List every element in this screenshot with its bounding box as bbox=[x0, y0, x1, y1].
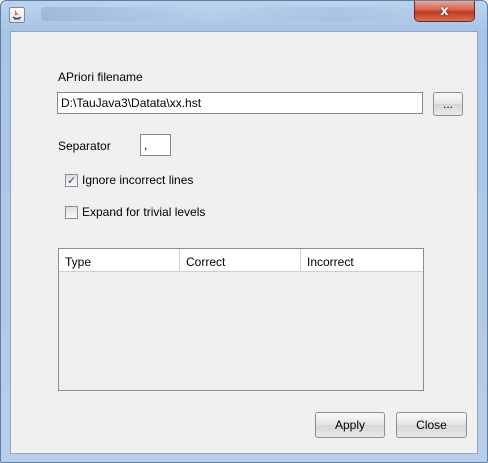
window-title-area bbox=[41, 7, 461, 21]
separator-field[interactable]: , bbox=[140, 134, 171, 156]
checkmark-icon: ✓ bbox=[67, 173, 77, 187]
apply-button[interactable]: Apply bbox=[315, 412, 385, 438]
ignore-incorrect-label: Ignore incorrect lines bbox=[82, 173, 194, 187]
dialog-window: x APriori filename D:\TauJava3\Datata\xx… bbox=[0, 0, 488, 463]
close-icon: x bbox=[440, 3, 449, 19]
table-header: Type Correct Incorrect bbox=[59, 249, 423, 272]
filename-label: APriori filename bbox=[58, 70, 143, 84]
java-app-icon bbox=[9, 7, 25, 23]
dialog-content: APriori filename D:\TauJava3\Datata\xx.h… bbox=[10, 31, 478, 454]
expand-trivial-label: Expand for trivial levels bbox=[82, 205, 206, 219]
column-header-correct[interactable]: Correct bbox=[180, 249, 301, 271]
expand-trivial-checkbox-row[interactable]: Expand for trivial levels bbox=[65, 205, 205, 219]
title-bar[interactable]: x bbox=[1, 1, 487, 31]
filename-field[interactable]: D:\TauJava3\Datata\xx.hst bbox=[57, 92, 423, 114]
ignore-incorrect-checkbox-row[interactable]: ✓ Ignore incorrect lines bbox=[65, 173, 193, 187]
close-button[interactable]: Close bbox=[396, 412, 467, 438]
browse-button[interactable]: ... bbox=[433, 92, 463, 116]
window-close-button[interactable]: x bbox=[414, 1, 475, 22]
expand-trivial-checkbox[interactable] bbox=[65, 205, 78, 219]
separator-label: Separator bbox=[58, 139, 111, 153]
results-table: Type Correct Incorrect bbox=[58, 248, 424, 391]
column-header-incorrect[interactable]: Incorrect bbox=[301, 249, 423, 271]
ignore-incorrect-checkbox[interactable]: ✓ bbox=[65, 173, 78, 187]
column-header-type[interactable]: Type bbox=[59, 249, 180, 271]
